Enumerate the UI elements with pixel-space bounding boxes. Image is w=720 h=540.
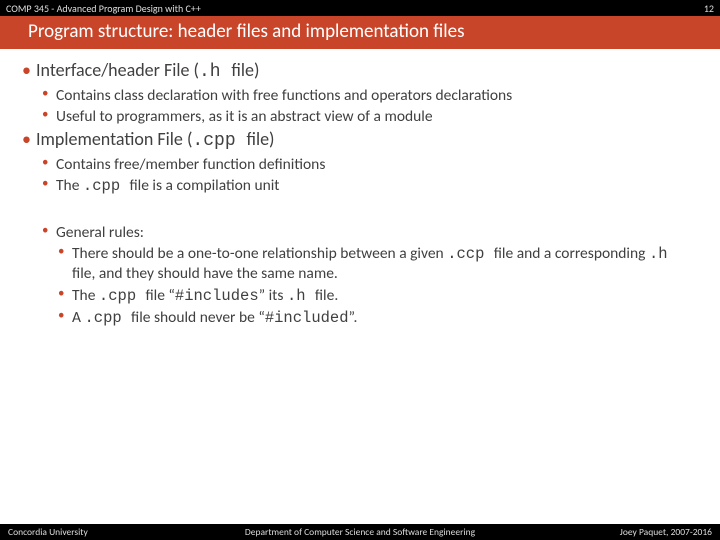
content-area: Interface/header File (.h file) Contains… [0,49,720,328]
bullet-l2: Useful to programmers, as it is an abstr… [22,107,698,126]
bullet-l3: The .cpp file “#includes” its .h file. [22,286,698,306]
header-bar: COMP 345 - Advanced Program Design with … [0,0,720,16]
bullet-l1: Implementation File (.cpp file) [22,128,698,153]
bullet-l2: Contains free/member function definition… [22,155,698,174]
slide-title: Program structure: header files and impl… [0,16,720,49]
page-number: 12 [704,2,714,15]
bullet-l1: Interface/header File (.h file) [22,59,698,84]
footer-left: Concordia University [8,526,88,538]
footer-right: Joey Paquet, 2007-2016 [620,526,712,538]
footer-bar: Concordia University Department of Compu… [0,524,720,540]
bullet-l2: General rules: [22,223,698,242]
bullet-l3: A .cpp file should never be “#included”. [22,308,698,328]
bullet-l2: Contains class declaration with free fun… [22,86,698,105]
slide: COMP 345 - Advanced Program Design with … [0,0,720,540]
course-label: COMP 345 - Advanced Program Design with … [6,2,201,15]
bullet-l2: The .cpp file is a compilation unit [22,176,698,196]
bullet-l3: There should be a one-to-one relationshi… [22,244,698,284]
footer-center: Department of Computer Science and Softw… [245,526,475,538]
